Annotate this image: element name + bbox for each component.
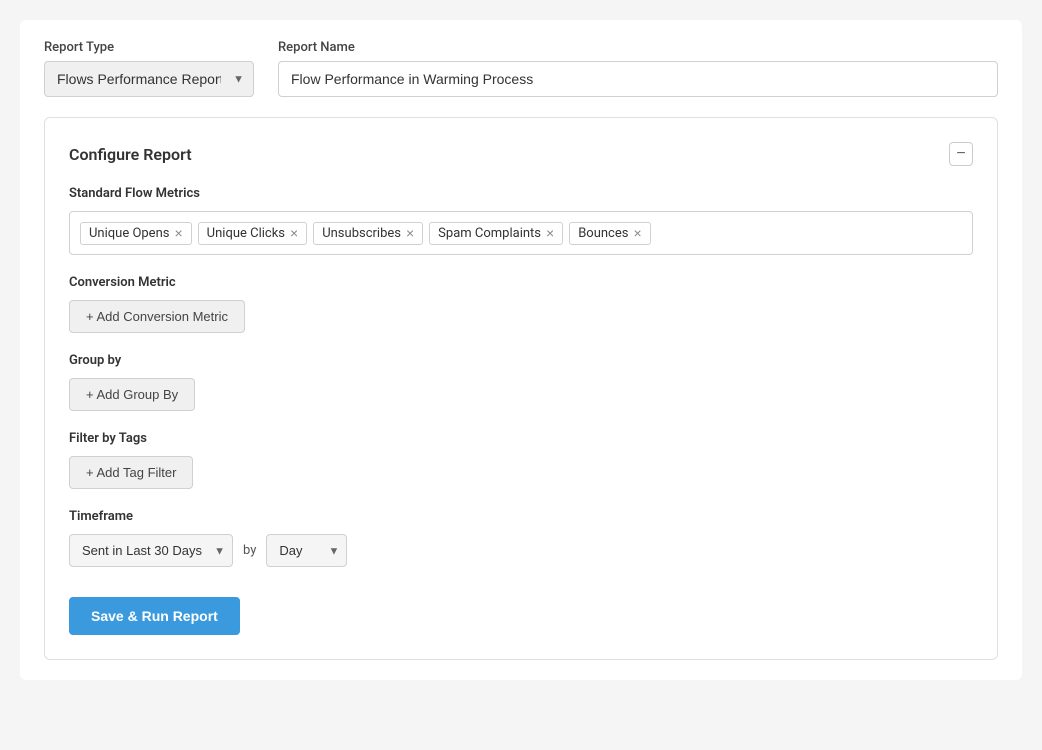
add-conversion-metric-button[interactable]: + Add Conversion Metric xyxy=(69,300,245,333)
report-type-group: Report Type Flows Performance Report ▼ xyxy=(44,40,254,97)
minus-icon: − xyxy=(956,146,965,162)
configure-title: Configure Report xyxy=(69,145,192,164)
remove-bounces-button[interactable]: × xyxy=(633,226,641,240)
report-type-select[interactable]: Flows Performance Report xyxy=(44,61,254,97)
timeframe-period-select[interactable]: Sent in Last 30 Days Sent in Last 7 Days… xyxy=(69,534,233,567)
report-type-label: Report Type xyxy=(44,40,254,55)
group-by-label: Group by xyxy=(69,353,973,368)
timeframe-row: Sent in Last 30 Days Sent in Last 7 Days… xyxy=(69,534,973,567)
remove-spam-complaints-button[interactable]: × xyxy=(546,226,554,240)
remove-unique-opens-button[interactable]: × xyxy=(174,226,182,240)
report-name-label: Report Name xyxy=(278,40,998,55)
metric-tag-unique-clicks: Unique Clicks × xyxy=(198,222,308,245)
timeframe-granularity-select[interactable]: Day Week Month xyxy=(266,534,347,567)
standard-flow-metrics-section: Standard Flow Metrics Unique Opens × Uni… xyxy=(69,186,973,255)
timeframe-section: Timeframe Sent in Last 30 Days Sent in L… xyxy=(69,509,973,567)
conversion-metric-label: Conversion Metric xyxy=(69,275,973,290)
configure-header: Configure Report − xyxy=(69,142,973,166)
report-name-input[interactable] xyxy=(278,61,998,97)
add-group-by-button[interactable]: + Add Group By xyxy=(69,378,195,411)
configure-report-panel: Configure Report − Standard Flow Metrics… xyxy=(44,117,998,660)
standard-flow-metrics-label: Standard Flow Metrics xyxy=(69,186,973,201)
timeframe-label: Timeframe xyxy=(69,509,973,524)
group-by-section: Group by + Add Group By xyxy=(69,353,973,411)
metrics-container: Unique Opens × Unique Clicks × Unsubscri… xyxy=(69,211,973,255)
metric-tag-label: Unique Clicks xyxy=(207,226,285,241)
metric-tag-unsubscribes: Unsubscribes × xyxy=(313,222,423,245)
by-label: by xyxy=(243,543,256,558)
page-wrapper: Report Type Flows Performance Report ▼ R… xyxy=(20,20,1022,680)
report-config-row: Report Type Flows Performance Report ▼ R… xyxy=(44,40,998,97)
metric-tag-spam-complaints: Spam Complaints × xyxy=(429,222,563,245)
remove-unsubscribes-button[interactable]: × xyxy=(406,226,414,240)
metric-tag-label: Bounces xyxy=(578,226,628,241)
metric-tag-label: Unique Opens xyxy=(89,226,169,241)
report-name-group: Report Name xyxy=(278,40,998,97)
metric-tag-label: Spam Complaints xyxy=(438,226,541,241)
filter-by-tags-label: Filter by Tags xyxy=(69,431,973,446)
timeframe-granularity-wrapper: Day Week Month ▼ xyxy=(266,534,347,567)
metric-tag-bounces: Bounces × xyxy=(569,222,650,245)
metric-tag-unique-opens: Unique Opens × xyxy=(80,222,192,245)
collapse-button[interactable]: − xyxy=(949,142,973,166)
remove-unique-clicks-button[interactable]: × xyxy=(290,226,298,240)
timeframe-period-wrapper: Sent in Last 30 Days Sent in Last 7 Days… xyxy=(69,534,233,567)
report-type-select-wrapper: Flows Performance Report ▼ xyxy=(44,61,254,97)
metric-tag-label: Unsubscribes xyxy=(322,226,401,241)
add-tag-filter-button[interactable]: + Add Tag Filter xyxy=(69,456,193,489)
save-run-report-button[interactable]: Save & Run Report xyxy=(69,597,240,635)
filter-by-tags-section: Filter by Tags + Add Tag Filter xyxy=(69,431,973,489)
conversion-metric-section: Conversion Metric + Add Conversion Metri… xyxy=(69,275,973,333)
